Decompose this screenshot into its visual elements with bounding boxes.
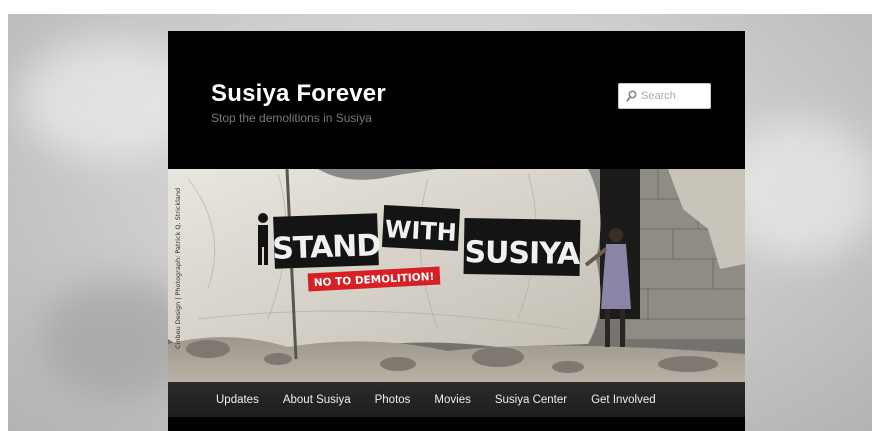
- main-navigation: Updates About Susiya Photos Movies Susiy…: [168, 382, 745, 417]
- nav-item-movies[interactable]: Movies: [422, 394, 482, 406]
- nav-item-susiya-center[interactable]: Susiya Center: [483, 394, 579, 406]
- banner-sign-stand: STAND: [272, 228, 381, 267]
- header-banner-image: STAND WITH SUSIYA NO TO DEMOLITION! Cinb…: [168, 169, 745, 382]
- window-top-edge: [0, 0, 880, 14]
- content-area-top: [168, 417, 745, 431]
- banner-photo: STAND WITH SUSIYA NO TO DEMOLITION! Cinb…: [168, 169, 745, 382]
- banner-sign-susiya: SUSIYA: [464, 235, 581, 272]
- window-left-edge: [0, 0, 8, 431]
- nav-item-updates[interactable]: Updates: [204, 394, 271, 406]
- banner-photo-credit: Cinbou Design | Photograph: Patrick Q. S…: [174, 188, 182, 349]
- site-title-link[interactable]: Susiya Forever: [211, 80, 386, 108]
- site-container: Susiya Forever Stop the demolitions in S…: [168, 31, 745, 431]
- banner-sign-with: WITH: [384, 215, 457, 247]
- nav-item-photos[interactable]: Photos: [363, 394, 423, 406]
- site-description: Stop the demolitions in Susiya: [211, 111, 372, 125]
- search-icon: [626, 90, 637, 102]
- search-input[interactable]: [641, 88, 707, 104]
- window-right-edge: [872, 0, 880, 431]
- nav-item-get-involved[interactable]: Get Involved: [579, 394, 668, 406]
- nav-item-about-susiya[interactable]: About Susiya: [271, 394, 363, 406]
- search-form: [618, 83, 711, 109]
